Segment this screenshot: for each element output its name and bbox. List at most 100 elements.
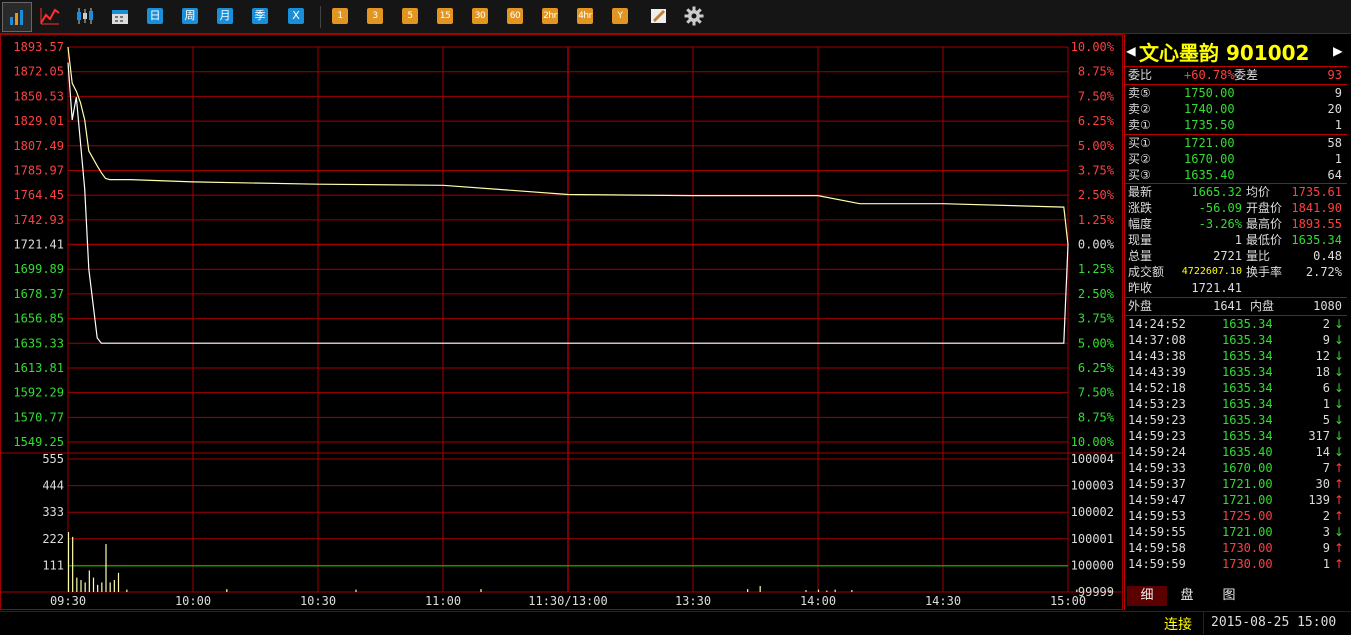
stat-value: 4722607.10 (1181, 266, 1242, 277)
stat-label: 开盘价 (1246, 201, 1283, 215)
tick-row: 14:59:55 1721.00 3 ↓ (1128, 524, 1344, 540)
down-arrow-icon: ↓ (1333, 525, 1344, 539)
prev-stock-arrow-icon[interactable]: ◀ (1126, 41, 1136, 60)
stat-value: -3.26% (1198, 217, 1242, 231)
interval-button-5[interactable]: 60 (507, 8, 523, 24)
tick-time: 14:59:58 (1128, 541, 1186, 555)
time-axis-label: 10:30 (300, 594, 336, 608)
stat-label: 最低价 (1246, 233, 1283, 247)
stat-label: 最新 (1128, 185, 1153, 199)
stat-label: 幅度 (1128, 217, 1153, 231)
tick-volume: 14 (1315, 445, 1330, 459)
connection-status[interactable]: 连接 (1164, 614, 1192, 634)
period-button-4[interactable]: X (288, 8, 304, 24)
tab-chart[interactable]: 图 (1209, 586, 1249, 606)
stat-value: 2721 (1213, 249, 1242, 263)
time-axis-label: 11:30/13:00 (528, 594, 607, 608)
next-stock-arrow-icon[interactable]: ▶ (1333, 41, 1343, 60)
interval-button-3[interactable]: 15 (437, 8, 453, 24)
tick-row: 14:59:47 1721.00 139 ↑ (1128, 492, 1344, 508)
tab-orderbook[interactable]: 盘 (1167, 586, 1207, 606)
up-arrow-icon: ↑ (1333, 557, 1344, 571)
tick-volume: 139 (1308, 493, 1330, 507)
down-arrow-icon: ↓ (1333, 365, 1344, 379)
draw-pen-icon[interactable] (650, 6, 668, 25)
intraday-chart[interactable]: 1893.57 10.00% 1872.05 8.75% 1850.53 7.50% 182… (0, 34, 1124, 611)
weibi-row: 委比 +60.78% 委差 93 (1128, 67, 1344, 83)
line-chart-icon[interactable] (40, 6, 60, 25)
interval-button-0[interactable]: 1 (332, 8, 348, 24)
stock-title-bar: ◀ 文心墨韵 901002 ▶ (1125, 37, 1347, 65)
down-arrow-icon: ↓ (1333, 333, 1344, 347)
tick-volume: 9 (1322, 333, 1330, 347)
tick-price: 1730.00 (1222, 541, 1273, 555)
stat-row: 成交额 4722607.10 换手率 2.72% (1128, 264, 1344, 280)
pct-axis-label: 2.50% (1078, 188, 1115, 202)
candlestick-icon[interactable] (75, 6, 95, 25)
period-button-1[interactable]: 周 (182, 8, 198, 24)
interval-button-4[interactable]: 30 (472, 8, 488, 24)
tick-time: 14:59:55 (1128, 525, 1186, 539)
stat-value: 2.72% (1305, 265, 1342, 279)
bid-row: 买③ 1635.40 64 (1128, 167, 1344, 183)
waipan-value: 1641 (1213, 299, 1242, 313)
tick-price: 1670.00 (1222, 461, 1273, 475)
tick-volume: 2 (1322, 317, 1330, 331)
period-button-2[interactable]: 月 (217, 8, 233, 24)
stat-label: 最高价 (1246, 217, 1283, 231)
tick-volume: 3 (1322, 525, 1330, 539)
bid-price: 1670.00 (1184, 152, 1235, 166)
tick-time: 14:59:37 (1128, 477, 1186, 491)
ask-volume: 20 (1327, 102, 1342, 116)
interval-button-6[interactable]: 2hr (542, 8, 558, 24)
stat-value: 1735.61 (1291, 185, 1342, 199)
ask-row: 卖⑤ 1750.00 9 (1128, 85, 1344, 101)
period-button-0[interactable]: 日 (147, 8, 163, 24)
interval-button-1[interactable]: 3 (367, 8, 383, 24)
tick-volume: 30 (1315, 477, 1330, 491)
price-axis-label: 1742.93 (13, 213, 64, 227)
price-axis-label: 1570.77 (13, 410, 64, 424)
interval-button-7[interactable]: 4hr (577, 8, 593, 24)
tab-detail[interactable]: 细 (1127, 586, 1167, 606)
price-axis-label: 1807.49 (13, 139, 64, 153)
tick-time: 14:37:08 (1128, 333, 1186, 347)
up-arrow-icon: ↑ (1333, 541, 1344, 555)
tick-time: 14:43:38 (1128, 349, 1186, 363)
stat-label: 换手率 (1246, 265, 1283, 279)
up-arrow-icon: ↑ (1333, 509, 1344, 523)
stat-row: 昨收 1721.41 (1128, 280, 1344, 296)
ask-label: 卖① (1128, 118, 1151, 132)
volume-axis-label: 555 (42, 452, 64, 466)
interval-button-8[interactable]: Y (612, 8, 628, 24)
pct-axis-label: 7.50% (1078, 386, 1115, 400)
tick-time: 14:43:39 (1128, 365, 1186, 379)
time-axis-label: 14:30 (925, 594, 961, 608)
bid-label: 买② (1128, 152, 1151, 166)
pct-axis-label: 1.25% (1078, 262, 1115, 276)
tick-time: 14:59:47 (1128, 493, 1186, 507)
neipan-label: 内盘 (1250, 299, 1275, 313)
period-button-3[interactable]: 季 (252, 8, 268, 24)
axis-labels: 1893.57 10.00% 1872.05 8.75% 1850.53 7.50% 182… (13, 40, 1114, 608)
down-arrow-icon: ↓ (1333, 397, 1344, 411)
tick-time: 14:59:33 (1128, 461, 1186, 475)
pct-axis-label: 10.00% (1071, 40, 1115, 54)
stat-row: 总量 2721 量比 0.48 (1128, 248, 1344, 264)
calendar-icon[interactable] (111, 6, 129, 25)
tick-time: 14:59:23 (1128, 429, 1186, 443)
tick-price: 1635.34 (1222, 429, 1273, 443)
tick-row: 14:59:23 1635.34 317 ↓ (1128, 428, 1344, 444)
stat-value: 1 (1234, 233, 1242, 247)
tick-price: 1635.34 (1222, 333, 1273, 347)
price-axis-label: 1850.53 (13, 89, 64, 103)
stat-value: 1841.90 (1291, 201, 1342, 215)
price-axis-label: 1872.05 (13, 65, 64, 79)
tick-row: 14:59:53 1725.00 2 ↑ (1128, 508, 1344, 524)
pct-axis-label: 0.00% (1078, 238, 1115, 252)
bar-chart-icon[interactable] (2, 2, 32, 32)
pct-axis-label: 5.00% (1078, 139, 1115, 153)
settings-gear-icon[interactable] (684, 6, 704, 25)
volume-axis-label: 111 (42, 558, 64, 572)
interval-button-2[interactable]: 5 (402, 8, 418, 24)
